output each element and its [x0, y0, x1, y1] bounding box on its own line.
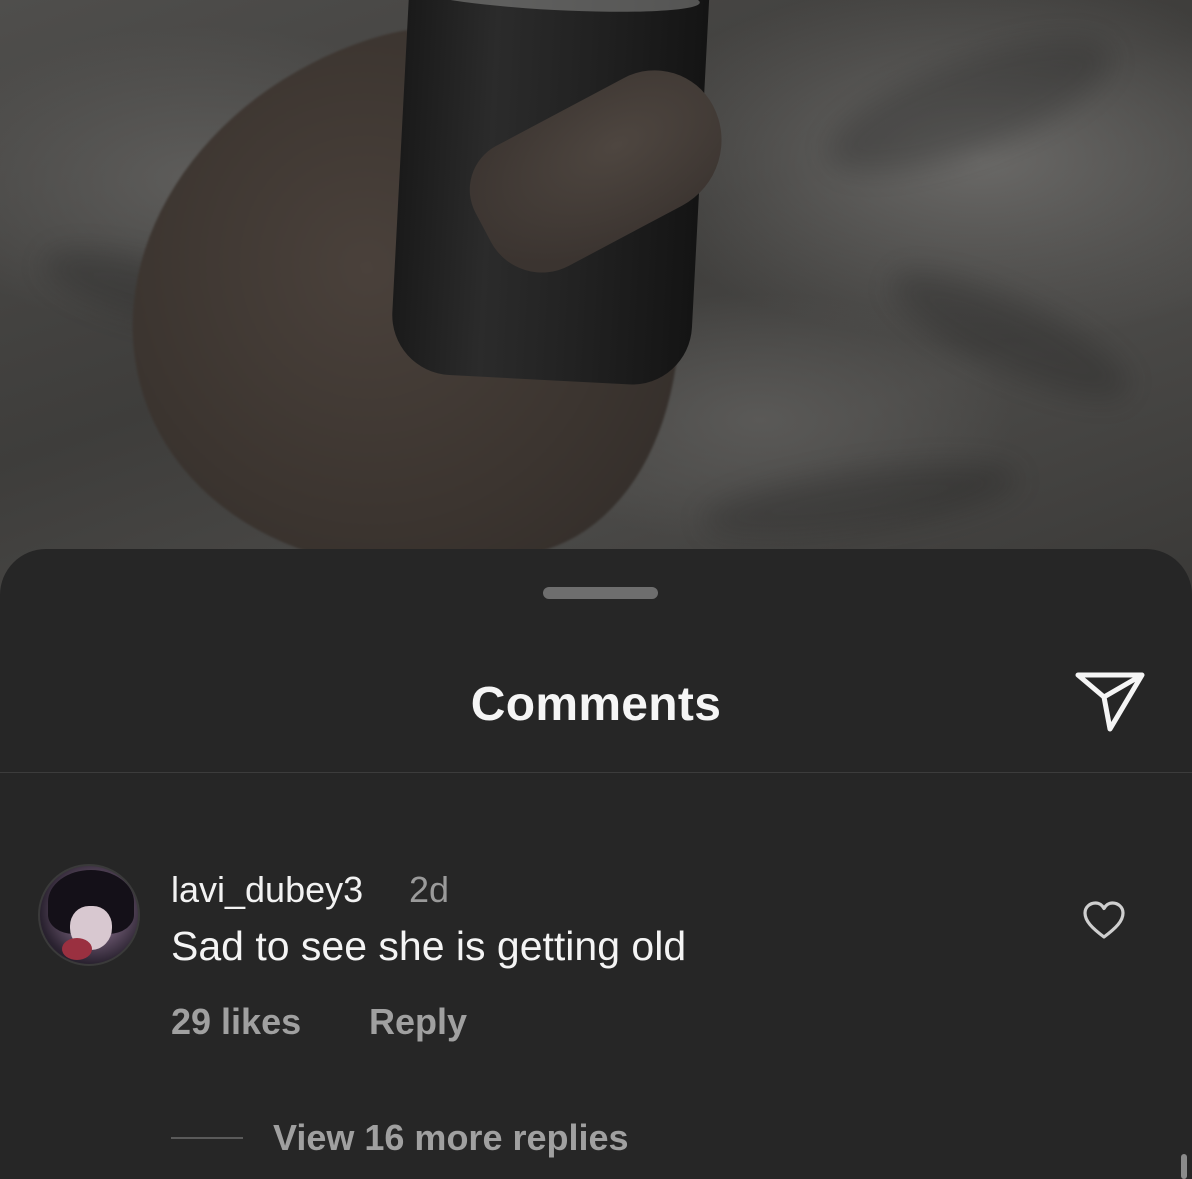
paper-plane-icon[interactable] [1072, 667, 1148, 737]
post-photo [0, 0, 1192, 600]
sheet-drag-handle[interactable] [543, 587, 658, 599]
view-more-replies-button[interactable]: View 16 more replies [273, 1117, 629, 1159]
comment-username[interactable]: lavi_dubey3 [171, 869, 363, 911]
comments-sheet: Comments lavi_dubey3 2d Sad to see she i… [0, 549, 1192, 1179]
comment-text: Sad to see she is getting old [171, 923, 687, 969]
scrollbar[interactable] [1181, 1154, 1187, 1179]
reply-button[interactable]: Reply [369, 1001, 467, 1043]
comment-timestamp: 2d [409, 869, 450, 910]
heart-outline-icon[interactable] [1082, 901, 1126, 941]
comment-likes-count[interactable]: 29 likes [171, 1001, 301, 1043]
instagram-comments-screen: Comments lavi_dubey3 2d Sad to see she i… [0, 0, 1192, 1179]
replies-divider-line [171, 1137, 243, 1139]
sheet-title: Comments [470, 678, 722, 731]
avatar[interactable] [38, 864, 140, 966]
header-divider [0, 772, 1192, 773]
